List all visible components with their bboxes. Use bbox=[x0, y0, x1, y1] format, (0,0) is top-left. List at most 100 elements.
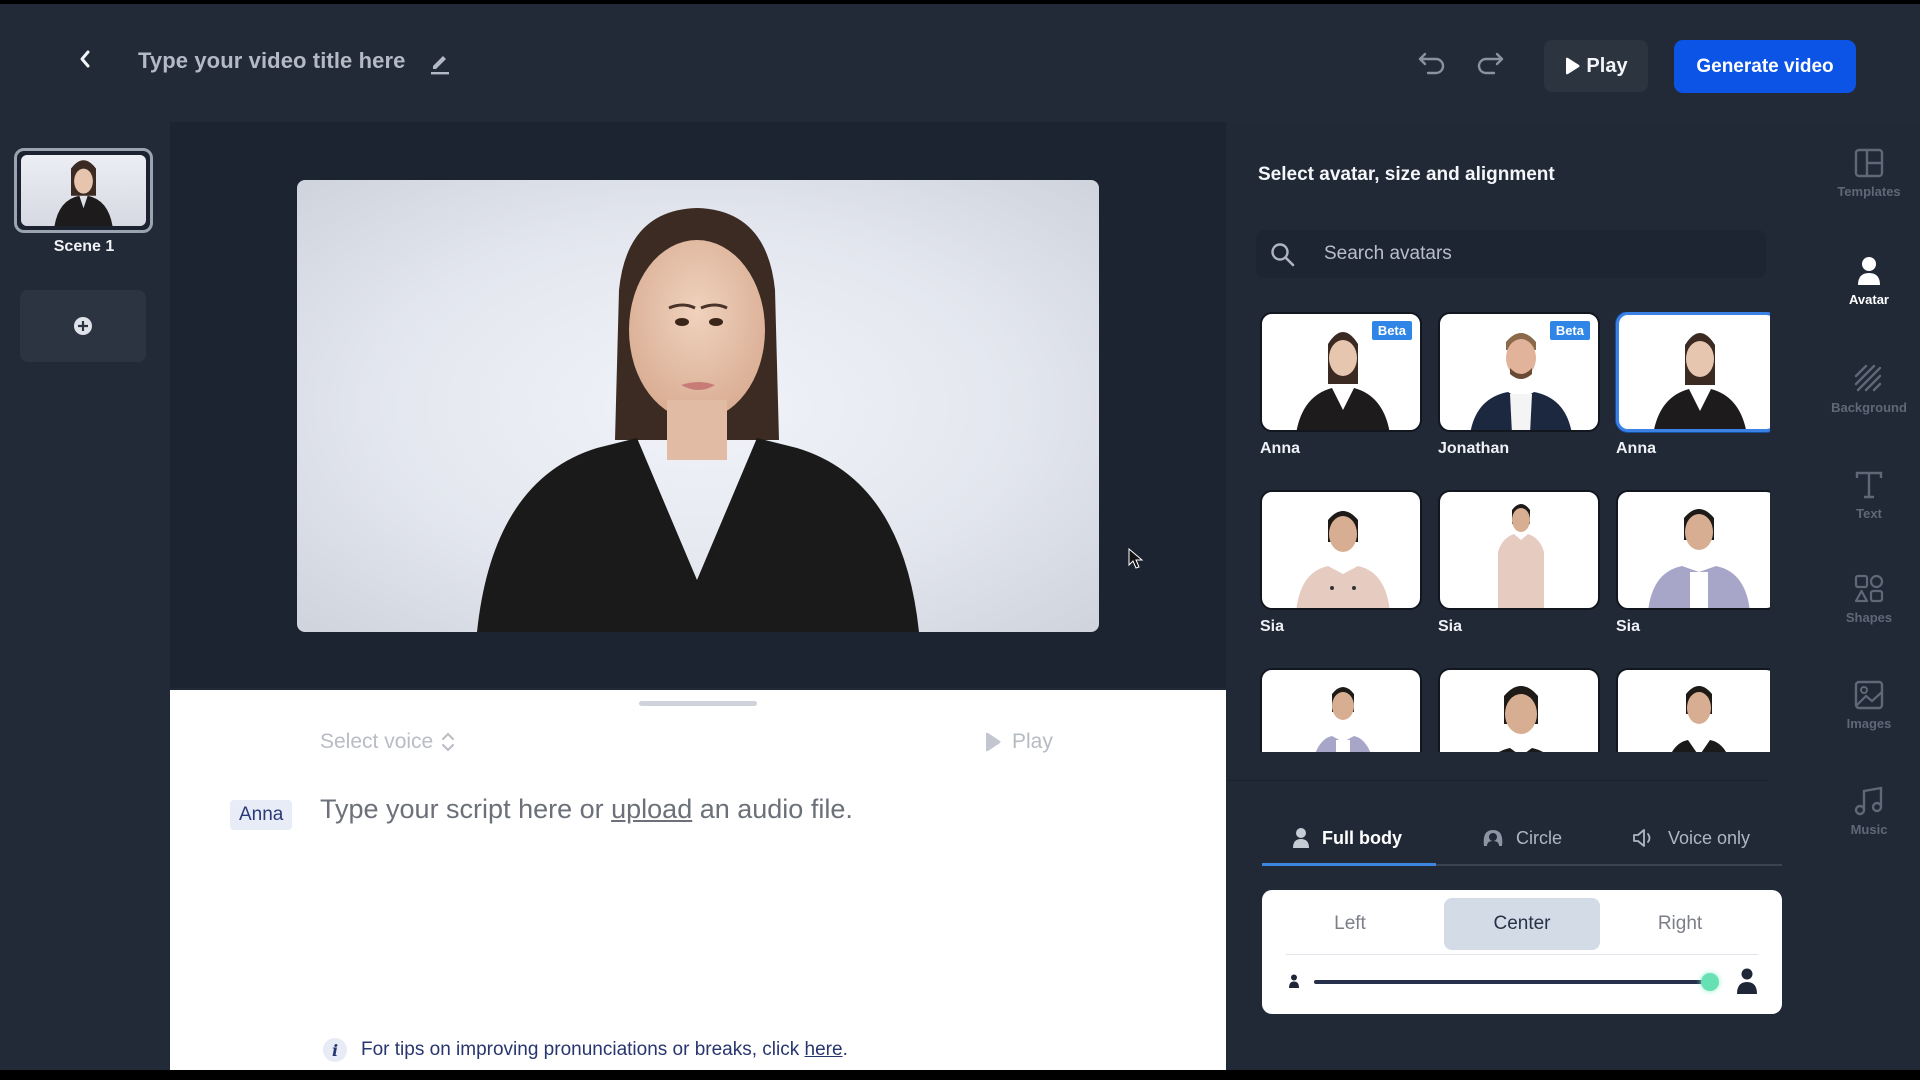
play-icon bbox=[986, 732, 1001, 752]
avatar-thumbnail: Beta bbox=[1260, 312, 1422, 432]
avatar-thumbnail bbox=[1616, 490, 1770, 610]
tool-templates[interactable]: Templates bbox=[1818, 148, 1920, 199]
scene-thumbnail[interactable] bbox=[14, 148, 153, 233]
avatar-name: Jonathan bbox=[1438, 440, 1510, 457]
alignment-divider bbox=[1286, 954, 1758, 955]
avatar-card[interactable]: Beta Anna bbox=[1260, 312, 1422, 458]
slider-handle[interactable] bbox=[1701, 973, 1719, 991]
undo-icon bbox=[1418, 52, 1445, 75]
mouse-cursor bbox=[1128, 547, 1144, 570]
video-title[interactable]: Type your video title here bbox=[138, 48, 405, 74]
avatar-name: Sia bbox=[1260, 618, 1285, 635]
shapes-icon bbox=[1854, 574, 1884, 603]
play-preview-button[interactable]: Play bbox=[1544, 40, 1648, 92]
tab-circle[interactable]: Circle bbox=[1482, 812, 1562, 864]
avatar-card[interactable] bbox=[1616, 668, 1770, 752]
voice-select-label: Select voice bbox=[320, 730, 434, 753]
beta-badge: Beta bbox=[1549, 321, 1590, 340]
undo-button[interactable] bbox=[1416, 50, 1448, 76]
top-bar: Type your video title here Play Generate… bbox=[0, 4, 1920, 122]
avatar-grid: Beta Anna Beta Jonathan Anna Sia Sia Sia bbox=[1260, 312, 1770, 752]
search-icon bbox=[1271, 243, 1295, 267]
avatar-card[interactable] bbox=[1438, 668, 1600, 752]
speaker-icon bbox=[1633, 829, 1651, 847]
tab-label: Voice only bbox=[1668, 827, 1751, 848]
avatar-card[interactable]: Sia bbox=[1616, 490, 1770, 636]
avatar-card[interactable] bbox=[1260, 668, 1422, 752]
script-placeholder-end: an audio file. bbox=[692, 794, 853, 824]
avatar-size-slider[interactable] bbox=[1314, 973, 1719, 991]
add-scene-button[interactable] bbox=[20, 290, 146, 362]
resize-handle[interactable] bbox=[639, 701, 757, 706]
tool-label: Templates bbox=[1837, 184, 1901, 199]
tab-label: Full body bbox=[1322, 827, 1402, 848]
background-icon bbox=[1854, 364, 1882, 392]
tool-label: Background bbox=[1831, 400, 1907, 415]
redo-button[interactable] bbox=[1474, 50, 1506, 76]
scene-label: Scene 1 bbox=[53, 238, 115, 255]
align-center-button[interactable]: Center bbox=[1444, 898, 1600, 950]
avatar-card[interactable]: Sia bbox=[1438, 490, 1600, 636]
avatar-card-selected[interactable]: Anna bbox=[1616, 312, 1770, 458]
tips-text: For tips on improving pronunciations or … bbox=[361, 1039, 848, 1061]
generate-video-button[interactable]: Generate video bbox=[1674, 40, 1856, 93]
play-script-button[interactable]: Play bbox=[984, 730, 1053, 754]
tool-music[interactable]: Music bbox=[1818, 786, 1920, 837]
large-person-icon bbox=[1737, 968, 1757, 994]
video-editor-app: Type your video title here Play Generate… bbox=[0, 4, 1920, 1070]
beta-badge: Beta bbox=[1371, 321, 1412, 340]
avatar-card[interactable]: Sia bbox=[1260, 490, 1422, 636]
avatar-name: Anna bbox=[1260, 440, 1300, 457]
circle-avatar-icon bbox=[1483, 830, 1503, 846]
avatar-card[interactable]: Beta Jonathan bbox=[1438, 312, 1600, 458]
tool-shapes[interactable]: Shapes bbox=[1818, 574, 1920, 625]
panel-divider bbox=[1228, 780, 1768, 781]
avatar-thumbnail bbox=[1438, 490, 1600, 610]
avatar-search[interactable] bbox=[1256, 230, 1766, 278]
play-icon bbox=[1566, 57, 1580, 75]
panel-title: Select avatar, size and alignment bbox=[1258, 164, 1555, 185]
tool-text[interactable]: Text bbox=[1818, 470, 1920, 521]
tool-sidebar: Templates Avatar Background Text Shapes … bbox=[1818, 122, 1920, 1070]
tips-link[interactable]: here bbox=[805, 1039, 843, 1060]
align-left-button[interactable]: Left bbox=[1272, 898, 1428, 950]
pronunciation-tips: i For tips on improving pronunciations o… bbox=[323, 1038, 848, 1062]
tab-voice-only[interactable]: Voice only bbox=[1632, 812, 1750, 864]
tips-text-start: For tips on improving pronunciations or … bbox=[361, 1039, 805, 1060]
canvas-area bbox=[170, 122, 1226, 688]
redo-icon bbox=[1477, 52, 1504, 75]
avatar-preview-image bbox=[477, 208, 919, 632]
avatar-thumbnail bbox=[1260, 668, 1422, 752]
upload-audio-link[interactable]: upload bbox=[611, 794, 692, 824]
music-icon bbox=[1854, 786, 1883, 816]
text-icon bbox=[1855, 471, 1883, 499]
speaker-tag[interactable]: Anna bbox=[230, 800, 293, 830]
tool-label: Images bbox=[1846, 716, 1892, 731]
avatar-search-input[interactable] bbox=[1324, 230, 1744, 278]
chevron-left-icon bbox=[80, 50, 90, 68]
tips-text-end: . bbox=[842, 1039, 848, 1060]
tab-full-body[interactable]: Full body bbox=[1292, 812, 1402, 864]
alignment-box: Left Center Right bbox=[1262, 890, 1782, 1014]
script-placeholder-start: Type your script here or bbox=[320, 794, 612, 824]
avatar-thumbnail bbox=[1616, 312, 1770, 432]
edit-title-button[interactable] bbox=[428, 52, 452, 76]
avatar-name: Anna bbox=[1616, 440, 1656, 457]
pencil-icon bbox=[431, 56, 449, 75]
plus-circle-icon bbox=[74, 317, 92, 335]
tool-background[interactable]: Background bbox=[1818, 364, 1920, 415]
active-tab-indicator bbox=[1262, 863, 1436, 866]
voice-select[interactable]: Select voice bbox=[320, 730, 455, 754]
avatar-panel: Select avatar, size and alignment Beta A… bbox=[1228, 122, 1818, 1070]
script-input[interactable]: Type your script here or upload an audio… bbox=[320, 794, 853, 825]
small-person-icon bbox=[1289, 974, 1299, 988]
back-button[interactable] bbox=[74, 48, 96, 70]
avatar-thumbnail bbox=[1438, 668, 1600, 752]
align-right-button[interactable]: Right bbox=[1602, 898, 1758, 950]
tab-label: Circle bbox=[1516, 827, 1563, 848]
tool-label: Avatar bbox=[1849, 292, 1889, 307]
video-preview[interactable] bbox=[297, 180, 1099, 632]
tool-avatar[interactable]: Avatar bbox=[1818, 256, 1920, 307]
tool-images[interactable]: Images bbox=[1818, 680, 1920, 731]
avatar-thumbnail: Beta bbox=[1438, 312, 1600, 432]
